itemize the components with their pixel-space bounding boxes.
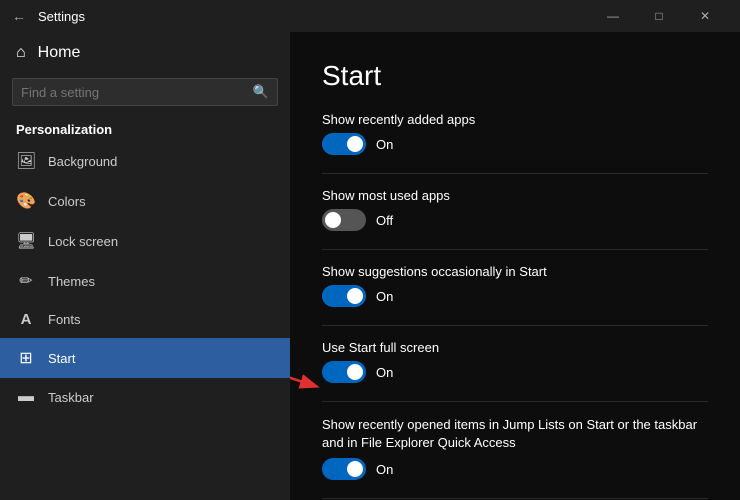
setting-label-most-used: Show most used apps — [322, 188, 708, 203]
toggle-row-most-used: Off — [322, 209, 708, 231]
sidebar-item-taskbar[interactable]: ▬ Taskbar — [0, 378, 290, 416]
setting-label-jumplists: Show recently opened items in Jump Lists… — [322, 416, 702, 452]
setting-most-used: Show most used apps Off — [322, 188, 708, 231]
divider-4 — [322, 401, 708, 402]
close-button[interactable]: ✕ — [682, 0, 728, 32]
toggle-state-jumplists: On — [376, 462, 393, 477]
toggle-suggestions[interactable] — [322, 285, 366, 307]
toggle-state-fullscreen: On — [376, 365, 393, 380]
back-button[interactable]: ← — [12, 8, 26, 24]
toggle-knob — [347, 364, 363, 380]
app-title: Settings — [38, 9, 590, 24]
toggle-state-most-used: Off — [376, 213, 393, 228]
toggle-knob — [347, 461, 363, 477]
sidebar-item-home[interactable]: ⌂ Home — [0, 32, 290, 74]
setting-suggestions: Show suggestions occasionally in Start O… — [322, 264, 708, 307]
minimize-button[interactable]: — — [590, 0, 636, 32]
setting-fullscreen: Use Start full screen On — [322, 340, 708, 383]
toggle-knob — [325, 212, 341, 228]
toggle-jumplists[interactable] — [322, 458, 366, 480]
divider-1 — [322, 173, 708, 174]
toggle-most-used[interactable] — [322, 209, 366, 231]
home-icon: ⌂ — [16, 44, 26, 62]
background-icon: 🖼 — [16, 151, 36, 171]
main-layout: ⌂ Home 🔍 Personalization 🖼 Background 🎨 … — [0, 32, 740, 500]
toggle-row-jumplists: On — [322, 458, 708, 480]
setting-jumplists: Show recently opened items in Jump Lists… — [322, 416, 708, 480]
maximize-button[interactable]: □ — [636, 0, 682, 32]
sidebar-item-fonts[interactable]: A Fonts — [0, 301, 290, 338]
sidebar-item-background[interactable]: 🖼 Background — [0, 141, 290, 181]
toggle-row-suggestions: On — [322, 285, 708, 307]
page-title: Start — [322, 60, 708, 92]
toggle-state-suggestions: On — [376, 289, 393, 304]
taskbar-icon: ▬ — [16, 388, 36, 406]
setting-label-fullscreen: Use Start full screen — [322, 340, 708, 355]
setting-label-suggestions: Show suggestions occasionally in Start — [322, 264, 708, 279]
taskbar-label: Taskbar — [48, 390, 94, 405]
search-box[interactable]: 🔍 — [12, 78, 278, 106]
setting-label-recently-added: Show recently added apps — [322, 112, 708, 127]
setting-recently-added: Show recently added apps On — [322, 112, 708, 155]
divider-5 — [322, 498, 708, 499]
toggle-state-recently-added: On — [376, 137, 393, 152]
colors-label: Colors — [48, 194, 86, 209]
sidebar-item-lockscreen[interactable]: 🖥 Lock screen — [0, 221, 290, 261]
sidebar-item-themes[interactable]: ✏ Themes — [0, 261, 290, 301]
colors-icon: 🎨 — [16, 191, 36, 211]
themes-icon: ✏ — [16, 271, 36, 291]
search-icon: 🔍 — [253, 84, 269, 100]
search-input[interactable] — [21, 85, 247, 100]
sidebar-item-start[interactable]: ⊞ Start — [0, 338, 290, 378]
start-label: Start — [48, 351, 75, 366]
section-label: Personalization — [0, 114, 290, 141]
divider-2 — [322, 249, 708, 250]
divider-3 — [322, 325, 708, 326]
fonts-label: Fonts — [48, 312, 81, 327]
lockscreen-icon: 🖥 — [16, 231, 36, 251]
window-controls: — □ ✕ — [590, 0, 728, 32]
toggle-knob — [347, 288, 363, 304]
home-label: Home — [38, 44, 81, 62]
fonts-icon: A — [16, 311, 36, 328]
toggle-knob — [347, 136, 363, 152]
content-area: Start Show recently added apps On Show m… — [290, 32, 740, 500]
themes-label: Themes — [48, 274, 95, 289]
toggle-row-recently-added: On — [322, 133, 708, 155]
toggle-recently-added[interactable] — [322, 133, 366, 155]
title-bar: ← Settings — □ ✕ — [0, 0, 740, 32]
sidebar-item-colors[interactable]: 🎨 Colors — [0, 181, 290, 221]
background-label: Background — [48, 154, 117, 169]
toggle-row-fullscreen: On — [322, 361, 708, 383]
toggle-fullscreen[interactable] — [322, 361, 366, 383]
start-icon: ⊞ — [16, 348, 36, 368]
sidebar: ⌂ Home 🔍 Personalization 🖼 Background 🎨 … — [0, 32, 290, 500]
lockscreen-label: Lock screen — [48, 234, 118, 249]
